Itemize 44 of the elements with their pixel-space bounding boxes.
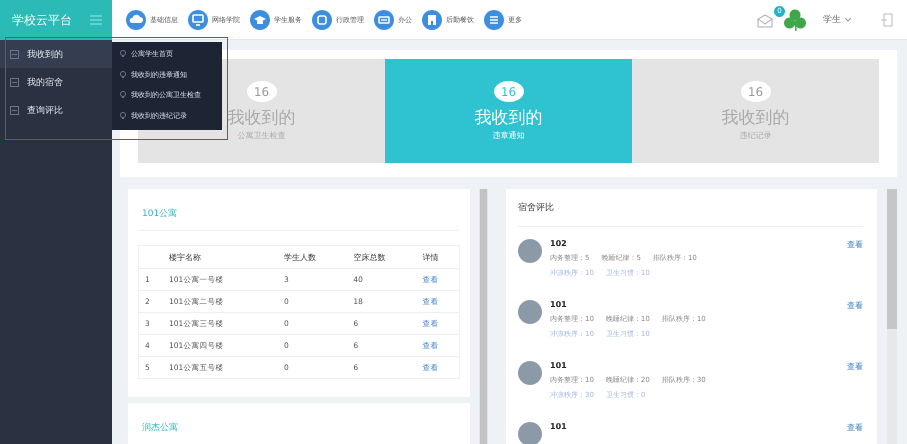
scrollbar[interactable] (887, 189, 897, 444)
column-header: 学生人数 (284, 252, 316, 262)
sidebar-item[interactable]: 我收到的 (0, 40, 112, 68)
caret-icon (845, 18, 851, 22)
photo-placeholder (518, 300, 542, 324)
dorm-name: 101 (550, 361, 568, 370)
dorm-name: 101 (550, 300, 568, 309)
view-link[interactable]: 查看 (847, 239, 863, 250)
lightbulb-icon (120, 112, 126, 120)
printer-icon (374, 10, 394, 30)
dorm-name: 102 (550, 239, 568, 248)
apartment-title: 润杰公寓 (138, 413, 460, 444)
sidebar-item[interactable]: 查询评比 (0, 96, 112, 124)
photo-placeholder (518, 361, 542, 385)
building-icon (422, 10, 442, 30)
monitor-icon (188, 10, 208, 30)
view-link[interactable]: 查看 (847, 422, 863, 433)
cloud-icon (126, 10, 146, 30)
folder-icon (10, 50, 19, 58)
column-header: 空床总数 (353, 252, 386, 262)
dorm-name: 101 (550, 422, 568, 431)
photo-placeholder (518, 239, 542, 263)
menu-icon[interactable] (90, 15, 102, 25)
folder-icon (10, 106, 19, 114)
lightbulb-icon (120, 70, 126, 79)
menu-icon (484, 10, 504, 30)
ratings-title: 宿舍评比 (518, 201, 863, 227)
user-menu[interactable]: 学生 (817, 12, 857, 27)
app-title: 学校云平台 (12, 12, 72, 28)
view-link[interactable]: 查看 (847, 300, 863, 311)
apartment-title: 101公寓 (138, 199, 460, 231)
envelope-icon[interactable] (757, 14, 773, 28)
column-header: 详情 (422, 252, 439, 262)
logout-icon[interactable] (881, 12, 893, 26)
column-header: 楼宇名称 (169, 252, 201, 262)
lightbulb-icon (120, 50, 126, 58)
view-link[interactable]: 查看 (847, 361, 863, 372)
lightbulb-icon (120, 91, 126, 100)
photo-placeholder (518, 422, 542, 444)
folder-icon (10, 78, 19, 86)
clover-icon (783, 8, 807, 32)
scrollbar[interactable] (479, 189, 488, 444)
graduation-cap-icon (250, 10, 270, 30)
sidebar-item[interactable]: 我的宿舍 (0, 68, 112, 96)
